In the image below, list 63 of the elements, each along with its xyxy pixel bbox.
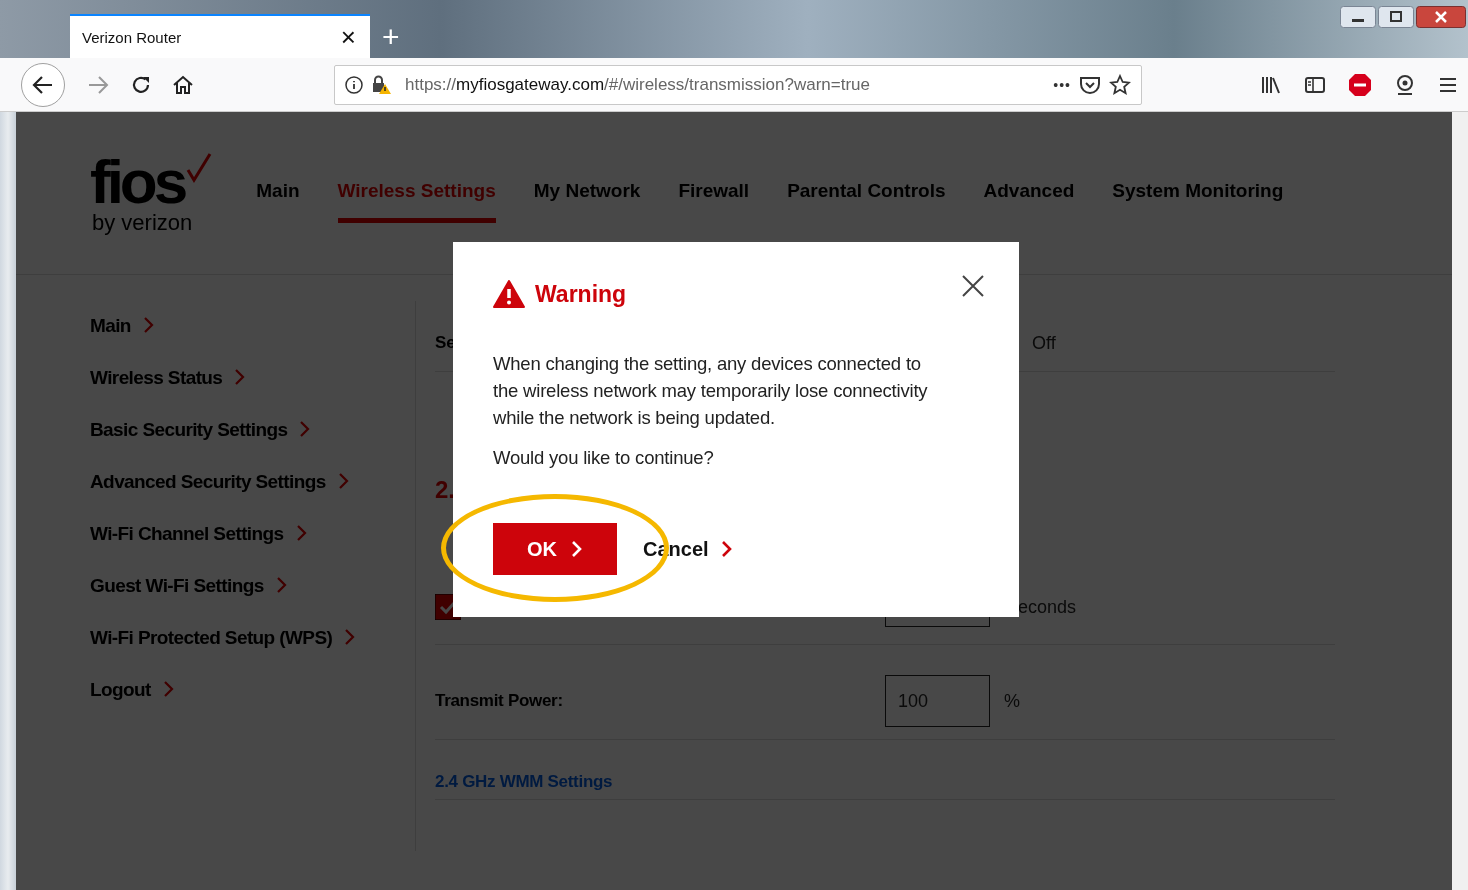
minimize-icon[interactable] [1340,6,1376,28]
lock-warning-icon[interactable] [371,74,393,95]
star-icon[interactable] [1109,73,1131,96]
close-icon[interactable] [961,274,985,298]
menu-icon[interactable] [1438,75,1458,94]
webcam-icon[interactable] [1394,73,1416,96]
url-text: https://myfiosgateway.com/#/wireless/transmission?warn=true [405,74,871,95]
page-actions-button[interactable]: ••• [1053,76,1071,93]
section-heading: 2. [435,476,455,504]
chevron-icon [142,316,155,334]
nav-tab[interactable]: My Network [533,180,641,223]
chevron-icon [299,420,312,438]
tab-title: Verizon Router [82,28,182,46]
logo-tagline: by verizon [92,210,194,236]
pocket-icon[interactable] [1079,74,1101,95]
chevron-icon [275,576,288,594]
chevron-icon [344,628,357,646]
field-label: Transmit Power: [435,691,564,711]
browser-tab[interactable]: Verizon Router × [70,14,370,58]
setting-value: Off [1032,332,1056,354]
chevron-icon [720,540,733,558]
scrollbar[interactable] [1452,112,1468,890]
sidebar-link[interactable]: Basic Security Settings [90,419,382,441]
sidebar-icon[interactable] [1304,74,1326,95]
sidebar-link[interactable]: Wi-Fi Protected Setup (WPS) [90,627,382,649]
dialog-question: Would you like to continue? [493,447,715,469]
nav-tab[interactable]: Wireless Settings [337,180,496,223]
chevron-icon [337,472,350,490]
logo-wordmark: fios [90,152,185,212]
info-icon[interactable] [345,75,363,94]
new-tab-button[interactable]: + [382,22,400,52]
sidebar-link[interactable]: Advanced Security Settings [90,471,382,493]
adblock-icon[interactable] [1348,72,1372,97]
nav-tab[interactable]: Parental Controls [787,180,946,223]
settings-link[interactable]: 2.4 GHz WMM Settings [435,771,613,792]
sidebar-link[interactable]: Logout [90,679,382,701]
unit-label: econds [1018,596,1077,618]
sidebar-link[interactable]: Wireless Status [90,367,382,389]
close-tab-button[interactable]: × [340,24,356,50]
sidebar-link[interactable]: Guest Wi-Fi Settings [90,575,382,597]
dialog-message: When changing the setting, any devices connected to the wireless network may temporarily lose connectivity while the network is being updated. [493,352,929,430]
check-icon [186,152,213,184]
address-bar[interactable]: https://myfiosgateway.com/#/wireless/transmission?warn=true ••• [334,64,1142,105]
nav-tab[interactable]: Main [256,180,300,223]
unit-label: % [1004,690,1020,712]
nav-tab[interactable]: Advanced [983,180,1075,223]
chevron-icon [234,368,247,386]
maximize-icon[interactable] [1378,6,1414,28]
dialog-title: Warning [535,280,627,308]
chevron-icon [295,524,308,542]
nav-tab[interactable]: Firewall [678,180,750,223]
chevron-icon [571,540,583,558]
ok-button[interactable]: OK [493,523,617,575]
close-icon[interactable] [1416,6,1466,28]
back-icon[interactable] [20,61,66,108]
input-field[interactable]: 100 [885,675,990,727]
chevron-icon [162,680,175,698]
warning-icon [493,280,525,308]
sidebar-link[interactable]: Wi-Fi Channel Settings [90,523,382,545]
library-icon[interactable] [1260,74,1282,95]
sidebar-link[interactable]: Main [90,315,382,337]
home-icon[interactable] [172,73,194,96]
nav-tab[interactable]: System Monitoring [1112,180,1284,223]
